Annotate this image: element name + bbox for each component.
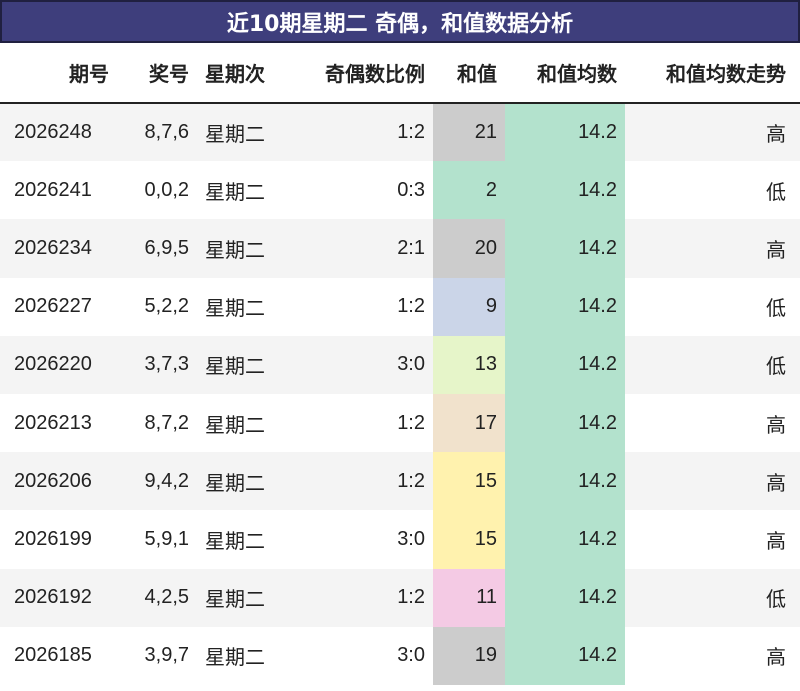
sum-cell: 2 bbox=[433, 161, 505, 220]
odd-even-cell: 3:0 bbox=[287, 510, 433, 569]
odd-even-cell: 1:2 bbox=[287, 568, 433, 627]
trend-cell: 高 bbox=[625, 219, 800, 278]
weekday-cell: 星期二 bbox=[197, 277, 287, 336]
sum-avg-cell: 14.2 bbox=[505, 219, 625, 278]
weekday-cell: 星期二 bbox=[197, 103, 287, 162]
table-row: 2026185 3,9,7 星期二 3:0 19 14.2 高 bbox=[0, 626, 800, 685]
sum-avg-cell: 14.2 bbox=[505, 510, 625, 569]
trend-cell: 高 bbox=[625, 393, 800, 453]
issue-cell: 2026220 bbox=[0, 335, 117, 394]
sum-cell: 13 bbox=[433, 335, 505, 394]
trend-cell: 高 bbox=[625, 626, 800, 685]
trend-cell: 低 bbox=[625, 277, 800, 336]
table-row: 2026192 4,2,5 星期二 1:2 11 14.2 低 bbox=[0, 568, 800, 627]
odd-even-cell: 2:1 bbox=[287, 219, 433, 278]
trend-cell: 低 bbox=[625, 161, 800, 220]
numbers-cell: 0,0,2 bbox=[117, 161, 197, 220]
trend-cell: 高 bbox=[625, 510, 800, 569]
sum-avg-cell: 14.2 bbox=[505, 103, 625, 162]
sum-cell: 15 bbox=[433, 510, 505, 569]
odd-even-cell: 0:3 bbox=[287, 161, 433, 220]
trend-cell: 高 bbox=[625, 103, 800, 162]
sum-avg-cell: 14.2 bbox=[505, 335, 625, 394]
sum-cell: 17 bbox=[433, 393, 505, 453]
table-row: 2026199 5,9,1 星期二 3:0 15 14.2 高 bbox=[0, 510, 800, 569]
trend-cell: 高 bbox=[625, 452, 800, 511]
numbers-cell: 6,9,5 bbox=[117, 219, 197, 278]
trend-cell: 低 bbox=[625, 335, 800, 394]
weekday-cell: 星期二 bbox=[197, 626, 287, 685]
numbers-cell: 8,7,2 bbox=[117, 393, 197, 453]
weekday-cell: 星期二 bbox=[197, 161, 287, 220]
odd-even-cell: 1:2 bbox=[287, 393, 433, 453]
table-title: 近10期星期二 奇偶，和值数据分析 bbox=[0, 0, 800, 43]
header-odd-even: 奇偶数比例 bbox=[287, 43, 433, 104]
sum-cell: 9 bbox=[433, 277, 505, 336]
header-sum: 和值 bbox=[433, 43, 505, 104]
issue-cell: 2026248 bbox=[0, 103, 117, 162]
numbers-cell: 3,9,7 bbox=[117, 626, 197, 685]
weekday-cell: 星期二 bbox=[197, 568, 287, 627]
header-sum-trend: 和值均数走势 bbox=[625, 43, 800, 104]
header-issue: 期号 bbox=[0, 43, 117, 104]
issue-cell: 2026199 bbox=[0, 510, 117, 569]
odd-even-cell: 1:2 bbox=[287, 452, 433, 511]
data-table: 期号 奖号 星期次 奇偶数比例 和值 和值均数 和值均数走势 2026248 8,… bbox=[0, 43, 800, 685]
sum-cell: 21 bbox=[433, 103, 505, 162]
table-row: 2026241 0,0,2 星期二 0:3 2 14.2 低 bbox=[0, 161, 800, 220]
odd-even-cell: 3:0 bbox=[287, 335, 433, 394]
table-row: 2026227 5,2,2 星期二 1:2 9 14.2 低 bbox=[0, 277, 800, 336]
header-sum-avg: 和值均数 bbox=[505, 43, 625, 104]
weekday-cell: 星期二 bbox=[197, 335, 287, 394]
odd-even-cell: 3:0 bbox=[287, 626, 433, 685]
numbers-cell: 5,9,1 bbox=[117, 510, 197, 569]
numbers-cell: 8,7,6 bbox=[117, 103, 197, 162]
numbers-cell: 3,7,3 bbox=[117, 335, 197, 394]
sum-cell: 20 bbox=[433, 219, 505, 278]
weekday-cell: 星期二 bbox=[197, 452, 287, 511]
issue-cell: 2026185 bbox=[0, 626, 117, 685]
sum-avg-cell: 14.2 bbox=[505, 161, 625, 220]
table-row: 2026234 6,9,5 星期二 2:1 20 14.2 高 bbox=[0, 219, 800, 278]
table-row: 2026206 9,4,2 星期二 1:2 15 14.2 高 bbox=[0, 452, 800, 511]
header-weekday: 星期次 bbox=[197, 43, 287, 104]
numbers-cell: 4,2,5 bbox=[117, 568, 197, 627]
weekday-cell: 星期二 bbox=[197, 219, 287, 278]
table-row: 2026220 3,7,3 星期二 3:0 13 14.2 低 bbox=[0, 335, 800, 394]
header-row: 期号 奖号 星期次 奇偶数比例 和值 和值均数 和值均数走势 bbox=[0, 43, 800, 104]
sum-avg-cell: 14.2 bbox=[505, 393, 625, 453]
odd-even-cell: 1:2 bbox=[287, 277, 433, 336]
table-row: 2026248 8,7,6 星期二 1:2 21 14.2 高 bbox=[0, 103, 800, 162]
sum-avg-cell: 14.2 bbox=[505, 626, 625, 685]
sum-cell: 15 bbox=[433, 452, 505, 511]
table-body: 2026248 8,7,6 星期二 1:2 21 14.2 高 2026241 0,0,2 星期二… bbox=[0, 103, 800, 685]
numbers-cell: 5,2,2 bbox=[117, 277, 197, 336]
sum-avg-cell: 14.2 bbox=[505, 277, 625, 336]
table-row: 2026213 8,7,2 星期二 1:2 17 14.2 高 bbox=[0, 393, 800, 453]
issue-cell: 2026234 bbox=[0, 219, 117, 278]
trend-cell: 低 bbox=[625, 568, 800, 627]
odd-even-cell: 1:2 bbox=[287, 103, 433, 162]
issue-cell: 2026227 bbox=[0, 277, 117, 336]
issue-cell: 2026206 bbox=[0, 452, 117, 511]
issue-cell: 2026241 bbox=[0, 161, 117, 220]
sum-cell: 19 bbox=[433, 626, 505, 685]
header-numbers: 奖号 bbox=[117, 43, 197, 104]
sum-avg-cell: 14.2 bbox=[505, 452, 625, 511]
sum-cell: 11 bbox=[433, 568, 505, 627]
issue-cell: 2026213 bbox=[0, 393, 117, 453]
weekday-cell: 星期二 bbox=[197, 510, 287, 569]
weekday-cell: 星期二 bbox=[197, 393, 287, 453]
sum-avg-cell: 14.2 bbox=[505, 568, 625, 627]
issue-cell: 2026192 bbox=[0, 568, 117, 627]
numbers-cell: 9,4,2 bbox=[117, 452, 197, 511]
